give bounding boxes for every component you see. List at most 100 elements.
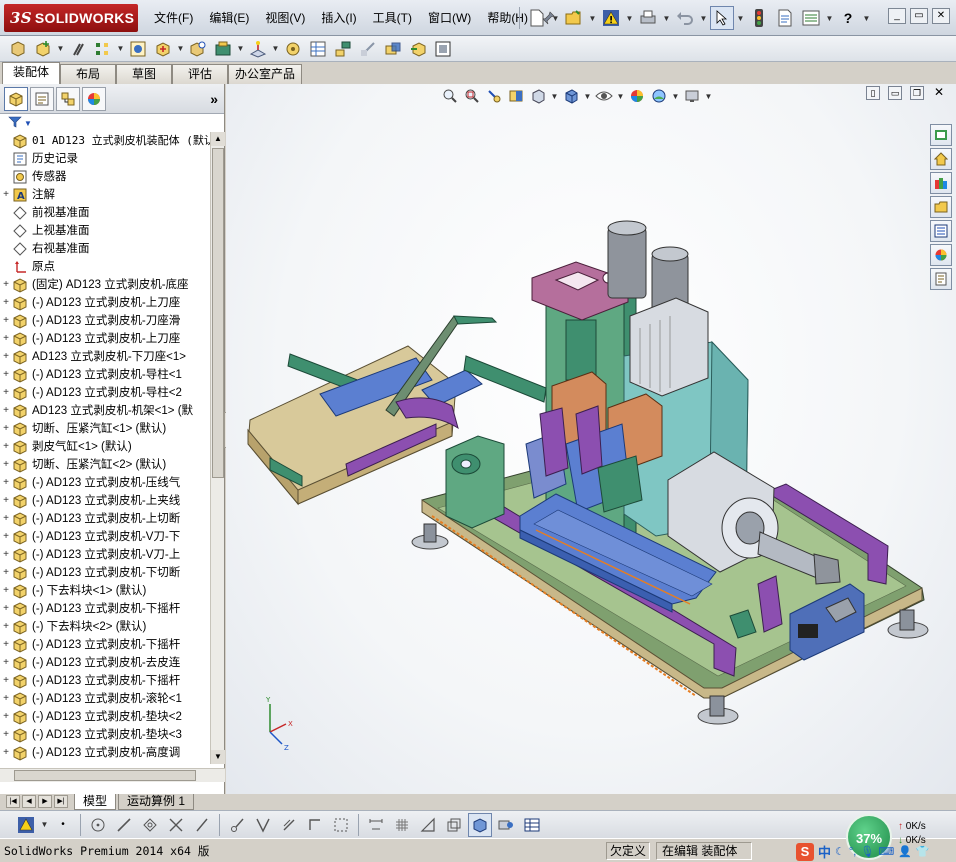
tree-item[interactable]: 上视基准面 [0,222,210,240]
tree-expand-toggle[interactable]: + [0,618,12,636]
tree-item[interactable]: + (-) AD123 立式剥皮机-上切断 [0,510,210,528]
tree-vertical-scrollbar[interactable]: ▲ ▼ [210,132,225,764]
tree-expand-toggle[interactable]: + [0,384,12,402]
show-hidden-icon[interactable] [186,37,210,61]
tree-item[interactable]: + (-) AD123 立式剥皮机-导柱<1 [0,366,210,384]
rebuild-warning-icon[interactable] [599,6,623,30]
bill-of-materials-icon[interactable] [306,37,330,61]
tab-model[interactable]: 模型 [74,794,117,810]
tab-office-products[interactable]: 办公室产品 [228,64,302,84]
tree-item[interactable]: + (-) AD123 立式剥皮机-滚轮<1 [0,690,210,708]
appearance-tab-icon[interactable] [82,86,106,111]
tree-expand-toggle[interactable]: + [0,762,12,764]
configurationmanager-tab-icon[interactable] [56,86,80,111]
tab-motion-study-1[interactable]: 运动算例 1 [118,794,195,810]
instant3d-icon[interactable] [406,37,430,61]
print-icon[interactable] [636,6,660,30]
trim-icon[interactable] [225,813,249,837]
centerpoint-icon[interactable] [86,813,110,837]
tree-expand-toggle[interactable]: + [0,510,12,528]
explode-line-sketch-icon[interactable] [356,37,380,61]
tree-item[interactable]: + (-) AD123 立式剥皮机-刀座滑 [0,312,210,330]
tree-item[interactable]: + (-) AD123 立式剥皮机-下摇杆 [0,636,210,654]
new-part-dropdown-arrow-icon[interactable]: ▼ [56,44,65,53]
filter-icon[interactable] [8,116,22,131]
new-part-icon[interactable] [31,37,55,61]
line-icon[interactable] [112,813,136,837]
punctuation-icon[interactable]: °, [849,846,856,858]
tree-expand-toggle[interactable]: + [0,330,12,348]
large-assembly-icon[interactable] [431,37,455,61]
sogou-logo-icon[interactable]: S [796,842,814,861]
tree-item[interactable]: 传感器 [0,168,210,186]
tree-expand-toggle[interactable]: + [0,402,12,420]
box-wireframe-icon[interactable] [442,813,466,837]
menu-tools[interactable]: 工具(T) [365,0,420,36]
shaded-box-icon[interactable] [468,812,492,837]
tree-item[interactable]: + (-) AD123 立式剥皮机-V刀-上 [0,546,210,564]
propertymanager-tab-icon[interactable] [30,86,54,111]
mic-icon[interactable]: 🎙 [860,845,874,858]
tree-item[interactable]: 原点 [0,258,210,276]
select-dropdown-arrow-icon[interactable]: ▼ [736,14,745,23]
tree-item[interactable]: + (-) AD123 立式剥皮机-高度调 [0,744,210,762]
assembly-features-icon[interactable] [211,37,235,61]
tree-item[interactable]: + (-) AD123 立式剥皮机-上夹线 [0,492,210,510]
solidworks-logo[interactable]: 3S SOLIDWORKS [4,4,138,32]
filter-dropdown-arrow-icon[interactable]: ▼ [24,119,32,128]
tree-expand-toggle[interactable]: + [0,276,12,294]
tree-expand-toggle[interactable]: + [0,348,12,366]
select-pointer-icon[interactable] [710,6,734,30]
tree-item[interactable]: + (-) AD123 立式剥皮机-高度调 [0,762,210,764]
print-dropdown-arrow-icon[interactable]: ▼ [662,14,671,23]
tree-expand-toggle[interactable]: + [0,528,12,546]
exploded-view-icon[interactable] [331,37,355,61]
help-dropdown-arrow-icon[interactable]: ▼ [862,14,871,23]
restore-icon[interactable]: ▭ [910,8,928,24]
menu-insert[interactable]: 插入(I) [313,0,364,36]
menu-file[interactable]: 文件(F) [146,0,201,36]
options-icon[interactable] [799,6,823,30]
tree-expand-toggle[interactable]: + [0,726,12,744]
tree-item[interactable]: + 切断、压紧汽缸<2> (默认) [0,456,210,474]
polygon-icon[interactable] [138,813,162,837]
user-icon[interactable]: 👤 [898,845,912,858]
tree-item[interactable]: + (-) 下去料块<1> (默认) [0,582,210,600]
last-tab-arrow-icon[interactable]: ▶| [54,795,68,808]
assembly-model-3d[interactable]: Y X Z [226,84,956,794]
move-component-icon[interactable] [151,37,175,61]
tree-item[interactable]: + (-) AD123 立式剥皮机-去皮连 [0,654,210,672]
triangle-sketch-icon[interactable] [416,813,440,837]
grid-icon[interactable] [390,813,414,837]
undo-dropdown-arrow-icon[interactable]: ▼ [699,14,708,23]
tree-item[interactable]: + 切断、压紧汽缸<1> (默认) [0,420,210,438]
display-states-icon[interactable] [494,813,518,837]
tree-item[interactable]: + (-) AD123 立式剥皮机-导柱<2 [0,384,210,402]
tree-item[interactable]: + AD123 立式剥皮机-下刀座<1> [0,348,210,366]
file-properties-icon[interactable] [773,6,797,30]
first-tab-arrow-icon[interactable]: |◀ [6,795,20,808]
tree-hscroll-thumb[interactable] [14,770,196,781]
corner-icon[interactable] [303,813,327,837]
dashed-frame-icon[interactable] [329,813,353,837]
offset-icon[interactable] [277,813,301,837]
next-tab-arrow-icon[interactable]: ▶ [38,795,52,808]
options-dropdown-arrow-icon[interactable]: ▼ [825,14,834,23]
slash-line-icon[interactable] [190,813,214,837]
tree-expand-toggle[interactable]: + [0,474,12,492]
tree-expand-toggle[interactable]: + [0,420,12,438]
panel-more-button[interactable]: » [210,91,218,107]
menu-view[interactable]: 视图(V) [257,0,313,36]
tree-expand-toggle[interactable]: + [0,438,12,456]
moon-icon[interactable]: ☾ [835,845,845,858]
tree-item[interactable]: 右视基准面 [0,240,210,258]
features-dropdown-arrow-icon[interactable]: ▼ [236,44,245,53]
shirt-icon[interactable]: 👕 [916,845,930,858]
pattern-dropdown-arrow-icon[interactable]: ▼ [116,44,125,53]
tree-expand-toggle[interactable]: + [0,672,12,690]
interference-detection-icon[interactable] [381,37,405,61]
move-dropdown-arrow-icon[interactable]: ▼ [176,44,185,53]
traffic-light-icon[interactable] [747,6,771,30]
scroll-down-arrow-icon[interactable]: ▼ [211,750,225,764]
point-icon[interactable]: • [51,813,75,837]
